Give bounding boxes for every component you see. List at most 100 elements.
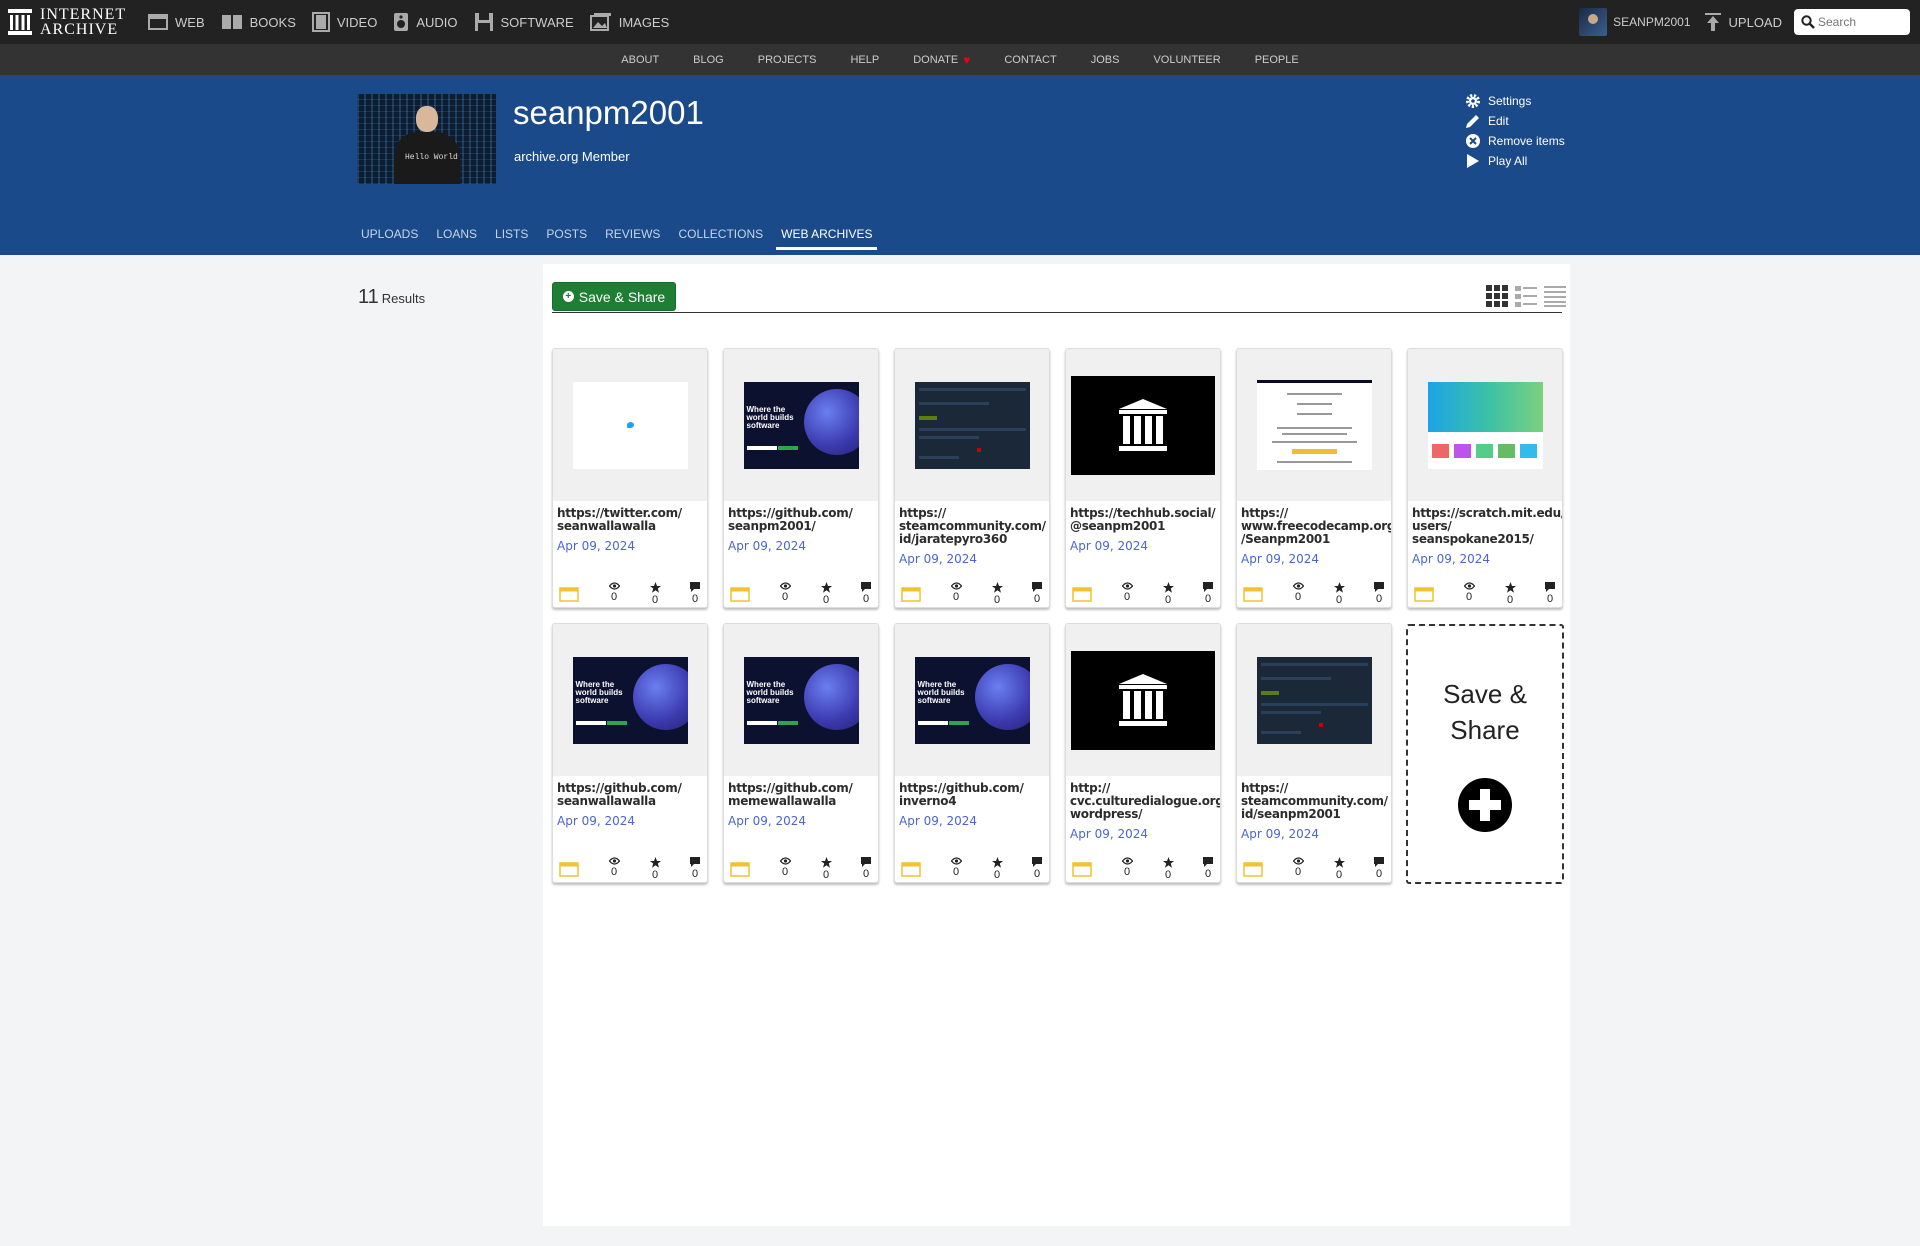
subnav-donate[interactable]: DONATE ♥	[913, 53, 970, 67]
tile-thumbnail[interactable]: Where the world builds software	[724, 349, 878, 501]
tile-title[interactable]: https://github.com/inverno4	[899, 782, 1049, 808]
tile-thumbnail[interactable]	[1237, 624, 1391, 776]
play-all-link[interactable]: Play All	[1465, 151, 1565, 171]
subnav-about[interactable]: ABOUT	[621, 54, 659, 66]
reviews-count: 0	[691, 868, 699, 880]
subnav-projects[interactable]: PROJECTS	[758, 54, 817, 66]
tab-uploads[interactable]: UPLOADS	[356, 227, 423, 250]
tile-stats: 0 0 0	[1237, 579, 1391, 606]
tile-thumbnail[interactable]	[553, 349, 707, 501]
web-archive-type-icon	[730, 862, 750, 877]
tile-title[interactable]: https://steamcommunity.com/id/seanpm2001	[1241, 782, 1391, 821]
username-link[interactable]: SEANPM2001	[1613, 15, 1690, 29]
views-count: 0	[781, 591, 789, 603]
tab-collections[interactable]: COLLECTIONS	[673, 227, 768, 250]
audio-icon	[394, 13, 409, 31]
subnav-volunteer[interactable]: VOLUNTEER	[1153, 54, 1220, 66]
result-tile[interactable]: Where the world builds software https://g…	[552, 623, 708, 883]
result-tile[interactable]: https://steamcommunity.com/id/seanpm2001…	[1236, 623, 1392, 883]
tile-thumbnail[interactable]: Where the world builds software	[724, 624, 878, 776]
results-number: 11	[358, 286, 379, 308]
subnav-contact[interactable]: CONTACT	[1004, 54, 1056, 66]
archive-building-icon	[8, 9, 32, 35]
tab-posts[interactable]: POSTS	[541, 227, 592, 250]
tile-thumbnail[interactable]	[1066, 349, 1220, 501]
tile-thumbnail[interactable]	[1237, 349, 1391, 501]
result-tile[interactable]: http://cvc.culturedialogue.org/wordpress…	[1065, 623, 1221, 883]
reviews-comment-icon	[1374, 582, 1384, 592]
favorites-stat: 0	[1158, 579, 1178, 606]
subnav-blog[interactable]: BLOG	[693, 54, 724, 66]
tile-thumbnail[interactable]	[1408, 349, 1562, 501]
search-box[interactable]	[1794, 9, 1910, 35]
nav-software-label: SOFTWARE	[500, 14, 574, 30]
tile-title-line: seanspokane2015/	[1412, 532, 1534, 546]
views-count: 0	[952, 866, 960, 878]
tile-title[interactable]: https://steamcommunity.com/id/jaratepyro…	[899, 507, 1049, 546]
tile-date: Apr 09, 2024	[1070, 539, 1149, 553]
tile-title[interactable]: https://www.freecodecamp.org/Seanpm2001	[1241, 507, 1391, 546]
user-avatar[interactable]	[1579, 8, 1608, 36]
tile-thumbnail[interactable]: Where the world builds software	[553, 624, 707, 776]
tile-title-line: seanpm2001/	[728, 519, 816, 533]
result-tile[interactable]: https://scratch.mit.edu/users/seanspokan…	[1407, 348, 1563, 608]
subnav-jobs[interactable]: JOBS	[1091, 54, 1120, 66]
tab-reviews[interactable]: REVIEWS	[600, 227, 665, 250]
result-tile[interactable]: Where the world builds software https://g…	[723, 623, 879, 883]
thumbnail-headline: Where the world builds software	[746, 679, 794, 705]
subnav-help[interactable]: HELP	[850, 54, 879, 66]
nav-web-label: WEB	[175, 14, 205, 30]
nav-video[interactable]: VIDEO	[311, 12, 377, 32]
tile-title-line: memewallawalla	[728, 794, 837, 808]
subnav-people[interactable]: PEOPLE	[1255, 54, 1299, 66]
result-tile[interactable]: https://techhub.social/@seanpm2001 Apr 09…	[1065, 348, 1221, 608]
result-tile[interactable]: https://steamcommunity.com/id/jaratepyro…	[894, 348, 1050, 608]
tile-title[interactable]: https://twitter.com/seanwallawalla	[557, 507, 707, 533]
save-and-share-button[interactable]: + Save & Share	[552, 282, 676, 311]
nav-images[interactable]: IMAGES	[589, 13, 669, 31]
nav-web[interactable]: WEB	[148, 14, 205, 30]
result-tile[interactable]: Where the world builds software https://g…	[894, 623, 1050, 883]
tab-lists[interactable]: LISTS	[490, 227, 533, 250]
tile-view-button[interactable]	[1486, 285, 1508, 312]
profile-banner: Hello World seanpm2001 archive.org Membe…	[0, 75, 1920, 255]
views-count: 0	[610, 866, 618, 878]
tab-loans[interactable]: LOANS	[431, 227, 482, 250]
result-tile[interactable]: Where the world builds software https://g…	[723, 348, 879, 608]
nav-software[interactable]: SOFTWARE	[474, 12, 574, 32]
list-detail-view-button[interactable]	[1515, 285, 1537, 312]
upload-button[interactable]: UPLOAD	[1704, 13, 1782, 31]
web-archive-type-icon	[730, 587, 750, 602]
tile-title[interactable]: https://github.com/seanwallawalla	[557, 782, 707, 808]
tile-title[interactable]: https://github.com/seanpm2001/	[728, 507, 878, 533]
compact-list-view-button[interactable]	[1544, 285, 1566, 312]
favorites-stat: 0	[1329, 854, 1349, 881]
reviews-stat: 0	[856, 854, 876, 880]
tile-title[interactable]: https://github.com/memewallawalla	[728, 782, 878, 808]
save-and-share-tile[interactable]: Save & Share	[1406, 624, 1564, 884]
search-input[interactable]	[1818, 15, 1906, 29]
settings-link[interactable]: Settings	[1465, 91, 1565, 111]
internet-archive-logo[interactable]: INTERNET ARCHIVE	[8, 6, 126, 38]
tile-thumbnail[interactable]: Where the world builds software	[895, 624, 1049, 776]
remove-items-link[interactable]: Remove items	[1465, 131, 1565, 151]
tab-web-archives[interactable]: WEB ARCHIVES	[776, 227, 878, 250]
views-stat: 0	[1117, 579, 1137, 603]
profile-tabs: UPLOADS LOANS LISTS POSTS REVIEWS COLLEC…	[356, 227, 885, 250]
tile-title-line: wordpress/	[1070, 807, 1143, 821]
reviews-count: 0	[1546, 593, 1554, 605]
tile-title[interactable]: http://cvc.culturedialogue.org/wordpress…	[1070, 782, 1220, 821]
edit-link[interactable]: Edit	[1465, 111, 1565, 131]
add-circle-icon	[1458, 778, 1512, 832]
result-tile[interactable]: https://www.freecodecamp.org/Seanpm2001 A…	[1236, 348, 1392, 608]
nav-books[interactable]: BOOKS	[221, 14, 296, 30]
tile-stats: 0 0 0	[895, 854, 1049, 881]
steam-screenshot-thumbnail	[1256, 656, 1372, 744]
tile-title[interactable]: https://techhub.social/@seanpm2001	[1070, 507, 1220, 533]
nav-audio[interactable]: AUDIO	[393, 12, 458, 32]
tile-thumbnail[interactable]	[1066, 624, 1220, 776]
reviews-stat: 0	[1027, 854, 1047, 880]
tile-title[interactable]: https://scratch.mit.edu/users/seanspokan…	[1412, 507, 1562, 546]
result-tile[interactable]: https://twitter.com/seanwallawalla Apr 09…	[552, 348, 708, 608]
tile-thumbnail[interactable]	[895, 349, 1049, 501]
